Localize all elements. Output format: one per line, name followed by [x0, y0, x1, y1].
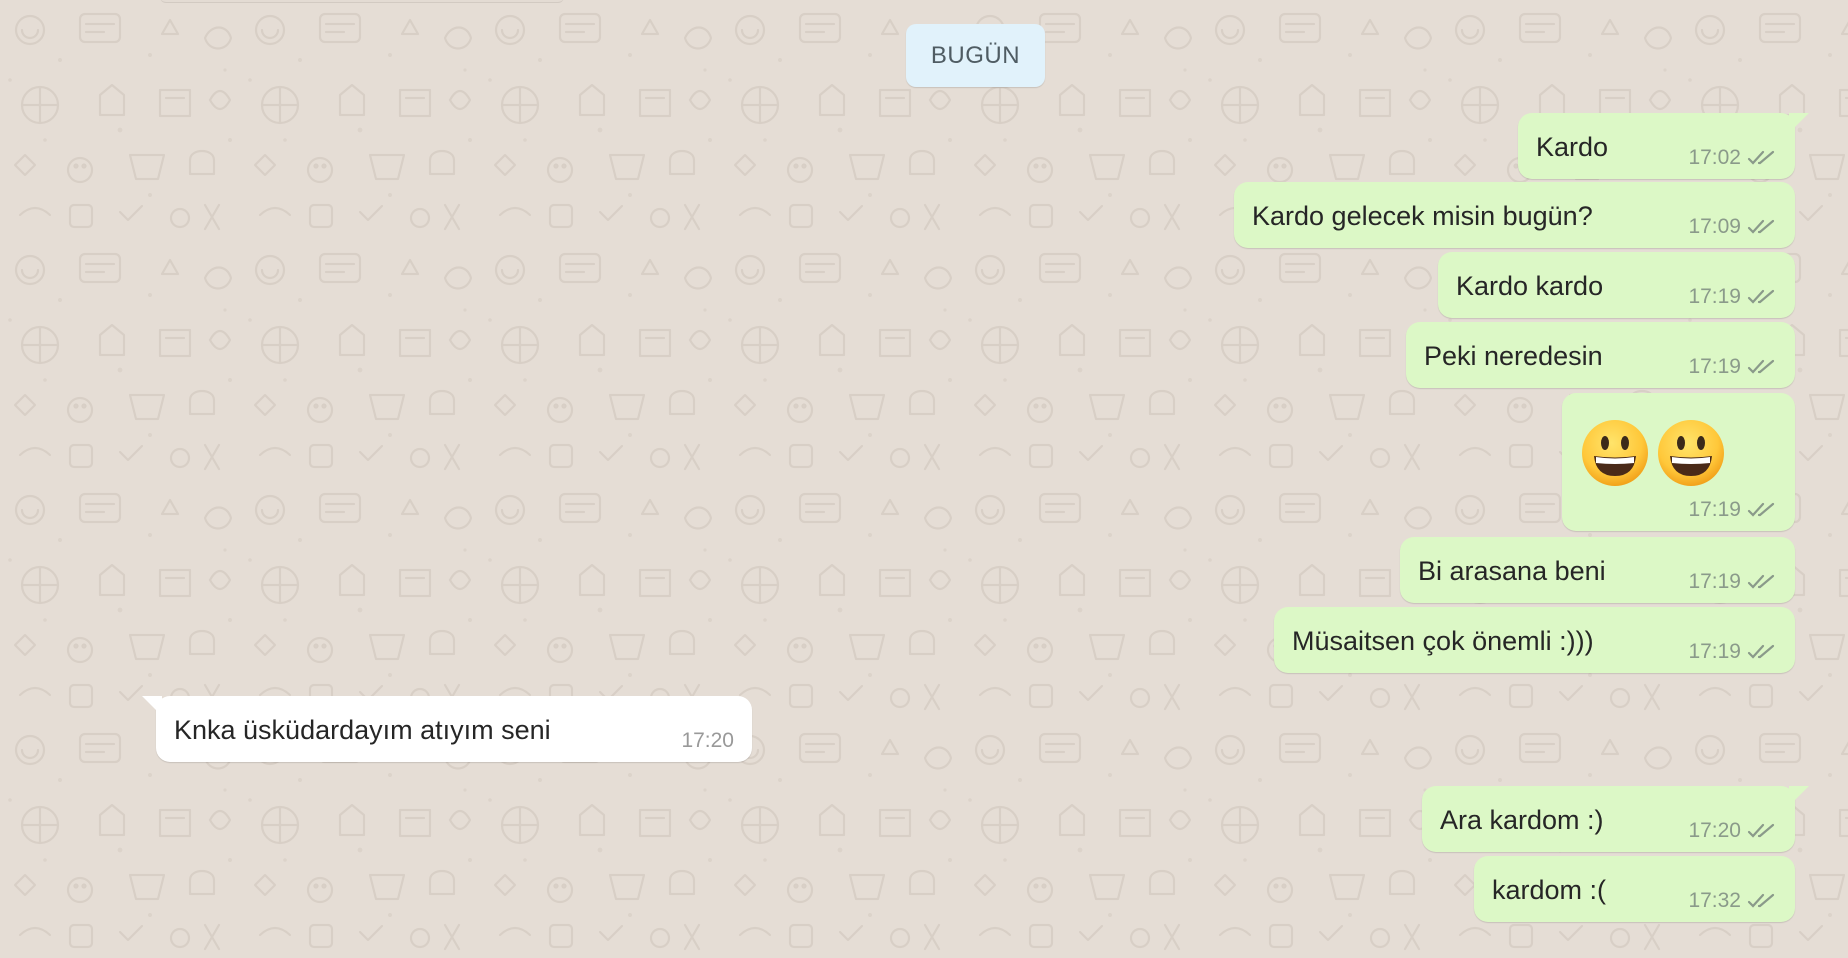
message-text: kardom :(	[1492, 875, 1607, 905]
chat-panel[interactable]: BUGÜN Kardo 17:02 Kardo gelecek misin bu…	[0, 0, 1848, 958]
grinning-face-emoji	[1582, 420, 1648, 486]
message-time: 17:19	[1688, 570, 1741, 593]
read-ticks-icon	[1747, 644, 1775, 659]
message-meta: 17:19	[1688, 570, 1777, 594]
read-ticks-icon	[1747, 219, 1775, 234]
outgoing-message[interactable]: Kardo 17:02	[1518, 113, 1809, 179]
outgoing-message[interactable]: Bi arasana beni 17:19	[1400, 537, 1795, 603]
outgoing-message[interactable]: Müsaitsen çok önemli :))) 17:19	[1274, 607, 1795, 673]
outgoing-message[interactable]: Kardo kardo 17:19	[1438, 252, 1795, 318]
message-meta: 17:20	[1688, 819, 1777, 843]
message-time: 17:20	[1688, 819, 1741, 842]
read-ticks-icon	[1747, 289, 1775, 304]
bubble-tail	[1789, 786, 1809, 806]
message-time: 17:19	[1688, 355, 1741, 378]
read-ticks-icon	[1747, 359, 1775, 374]
message-time: 17:02	[1688, 146, 1741, 169]
message-text: Müsaitsen çok önemli :)))	[1292, 626, 1594, 656]
outgoing-message[interactable]: Peki neredesin 17:19	[1406, 322, 1795, 388]
top-bubble-edge	[160, 0, 564, 3]
emoji-group	[1580, 418, 1726, 488]
message-text: Kardo gelecek misin bugün?	[1252, 201, 1593, 231]
message-meta: 17:19	[1688, 498, 1777, 522]
read-ticks-icon	[1747, 574, 1775, 589]
message-meta: 17:02	[1688, 146, 1777, 170]
bubble-tail	[1789, 113, 1809, 133]
message-time: 17:09	[1688, 215, 1741, 238]
message-meta: 17:09	[1688, 215, 1777, 239]
message-text: Bi arasana beni	[1418, 556, 1606, 586]
message-meta: 17:19	[1688, 285, 1777, 309]
message-time: 17:19	[1688, 640, 1741, 663]
message-time: 17:19	[1688, 498, 1741, 521]
message-time: 17:19	[1688, 285, 1741, 308]
message-text: Ara kardom :)	[1440, 805, 1604, 835]
read-ticks-icon	[1747, 823, 1775, 838]
message-meta: 17:19	[1688, 640, 1777, 664]
message-text: Knka üsküdardayım atıyım seni	[174, 715, 551, 745]
message-text: Kardo kardo	[1456, 271, 1604, 301]
message-time: 17:32	[1688, 889, 1741, 912]
message-text: Kardo	[1536, 132, 1609, 162]
read-ticks-icon	[1747, 150, 1775, 165]
message-time: 17:20	[681, 729, 734, 752]
read-ticks-icon	[1747, 893, 1775, 908]
outgoing-message[interactable]: Ara kardom :) 17:20	[1422, 786, 1809, 852]
grinning-face-emoji	[1658, 420, 1724, 486]
bubble-tail	[142, 696, 162, 716]
date-divider: BUGÜN	[906, 24, 1045, 87]
outgoing-emoji-message[interactable]: 17:19	[1562, 393, 1795, 531]
message-text: Peki neredesin	[1424, 341, 1603, 371]
message-meta: 17:19	[1688, 355, 1777, 379]
message-meta: 17:20	[681, 729, 734, 753]
read-ticks-icon	[1747, 502, 1775, 517]
message-meta: 17:32	[1688, 889, 1777, 913]
incoming-message[interactable]: Knka üsküdardayım atıyım seni 17:20	[142, 696, 752, 762]
outgoing-message[interactable]: Kardo gelecek misin bugün? 17:09	[1234, 182, 1795, 248]
outgoing-message[interactable]: kardom :( 17:32	[1474, 856, 1795, 922]
